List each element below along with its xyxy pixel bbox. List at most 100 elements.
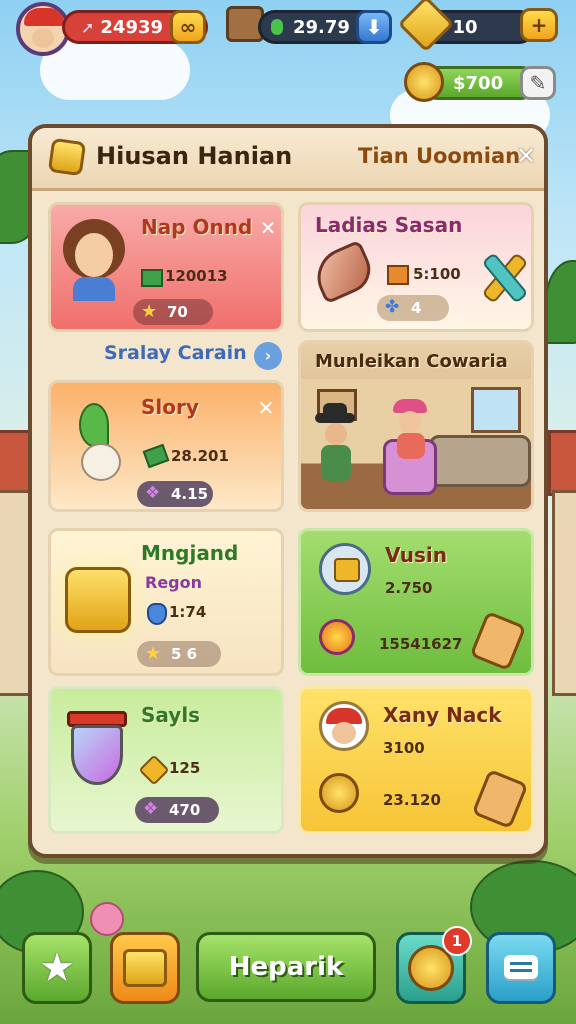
card-stat: 2.750 (385, 579, 433, 597)
tools-icon (477, 251, 529, 304)
coin-value: $700 (453, 72, 504, 94)
coin-stack-icon (319, 773, 359, 813)
red-cap-icon (24, 8, 64, 26)
card-title: Sayls (141, 703, 201, 727)
card-badge: ❖ 4.15 (137, 481, 213, 507)
gift-icon: ❖ (143, 799, 159, 819)
top-bar: ➚ 24939 ∞ 29.79 ⬇ 10 + $700 ✎ (0, 0, 576, 110)
green-gem-icon (271, 19, 283, 35)
section-link[interactable]: Sralay Carain › (104, 342, 290, 376)
card-xany-nack[interactable]: Xany Nack 3100 23.120 (298, 686, 534, 834)
card-title: Slory (141, 395, 199, 419)
card-sayls[interactable]: Sayls 125 ❖ 470 (48, 686, 284, 834)
star-icon: ★ (145, 643, 162, 664)
gem-add-button[interactable]: + (520, 8, 558, 42)
panel-subtitle[interactable]: Tian Uoomian (358, 144, 520, 168)
card-vusin[interactable]: Vusin 2.750 15541627 (298, 528, 534, 676)
card-title: Nap Onnd (141, 215, 253, 239)
chest-icon (319, 543, 371, 595)
infinity-icon: ∞ (179, 15, 197, 39)
card-badge: ★ 70 (133, 299, 213, 325)
coin-icon (404, 62, 444, 102)
card-badge: ❖ 470 (135, 797, 219, 823)
card-slory[interactable]: Slory ✕ 28.201 ❖ 4.15 (48, 380, 284, 512)
down-arrow-icon: ⬇ (365, 15, 383, 39)
card-title: Mngjand (141, 541, 239, 565)
card-stat: 125 (169, 759, 201, 777)
card-stat: 5:100 (413, 265, 461, 283)
main-action-label: Heparik (228, 952, 344, 982)
card-stat: 1:74 (169, 603, 207, 621)
cash-value: 29.79 (293, 16, 350, 38)
badge-value: 70 (167, 303, 188, 321)
sofa-icon (429, 435, 531, 487)
badge-value: 4 (411, 299, 422, 317)
box-icon (387, 265, 409, 285)
girl-avatar-icon (63, 219, 125, 301)
chevron-right-icon: › (254, 342, 282, 370)
card-stat: 120013 (165, 267, 228, 285)
ticket-icon (471, 768, 529, 830)
boy-avatar-icon (319, 701, 369, 751)
notification-count: 1 (451, 932, 463, 950)
window-icon (471, 387, 521, 433)
inventory-button[interactable] (110, 932, 180, 1004)
wrench-icon: ✎ (529, 71, 547, 95)
card-mngjand[interactable]: Mngjand Regon 1:74 ★ 5 6 (48, 528, 284, 676)
main-action-button[interactable]: Heparik (196, 932, 376, 1002)
cash-icon (141, 269, 163, 287)
panel-title: Hiusan Hanian (96, 142, 293, 170)
level-value: 24939 (100, 16, 164, 38)
card-nap-onnd[interactable]: Nap Onnd ✕ 120013 ★ 70 (48, 202, 284, 332)
ticket-icon (469, 610, 527, 672)
section-link-label: Sralay Carain (104, 342, 247, 364)
star-icon: ★ (141, 301, 158, 322)
card-badge: ✤ 4 (377, 295, 449, 321)
daily-panel: Hiusan Hanian Tian Uoomian ✕ Nap Onnd ✕ … (28, 124, 548, 858)
gift-icon: ❖ (145, 483, 161, 503)
candy-icon (319, 619, 355, 655)
puzzle-icon: ✤ (385, 297, 400, 317)
badge-value: 5 6 (171, 645, 198, 663)
shield-crest-icon (67, 711, 127, 795)
close-icon[interactable]: ✕ (257, 217, 279, 239)
cash-icon (142, 443, 170, 469)
house-roof (548, 430, 576, 496)
shield-icon (147, 603, 167, 625)
turnip-icon (69, 403, 129, 483)
card-title: Vusin (385, 543, 448, 567)
settings-button[interactable]: ✎ (520, 66, 556, 100)
boot-icon (308, 239, 378, 305)
plus-icon: + (530, 13, 548, 37)
badge-value: 470 (169, 801, 201, 819)
card-title: Xany Nack (383, 703, 502, 727)
card-badge: ★ 5 6 (137, 641, 221, 667)
menu-button[interactable] (486, 932, 556, 1004)
chest-icon (123, 949, 167, 987)
close-icon[interactable]: ✕ (255, 397, 277, 419)
bottom-bar: ★ Heparik 1 (0, 920, 576, 1024)
house (552, 490, 576, 696)
card-stat: 28.201 (171, 447, 229, 465)
menu-icon (504, 955, 538, 981)
star-icon: ★ (39, 945, 75, 991)
level-boost-button[interactable]: ∞ (170, 10, 206, 44)
hand-icon (138, 754, 170, 786)
panel-badge-icon (47, 137, 87, 177)
man-hat-icon (315, 403, 355, 483)
card-munleikan-cowaria[interactable]: Munleikan Cowaria (298, 340, 534, 512)
card-stat: 3100 (383, 739, 425, 757)
woman-icon (391, 399, 429, 459)
cash-download-button[interactable]: ⬇ (356, 10, 392, 44)
card-stat-secondary: 23.120 (383, 791, 441, 809)
favorites-button[interactable]: ★ (22, 932, 92, 1004)
gem-value: 10 (452, 16, 478, 38)
card-stat-secondary: 15541627 (379, 635, 463, 653)
panel-header: Hiusan Hanian Tian Uoomian ✕ (32, 128, 544, 191)
face-icon (32, 28, 54, 48)
gold-gem-icon (397, 0, 455, 53)
card-title: Ladias Sasan (315, 213, 463, 237)
card-ladias-sasan[interactable]: Ladias Sasan 5:100 ✤ 4 (298, 202, 534, 332)
close-icon[interactable]: ✕ (516, 142, 536, 170)
notification-badge: 1 (442, 926, 472, 956)
